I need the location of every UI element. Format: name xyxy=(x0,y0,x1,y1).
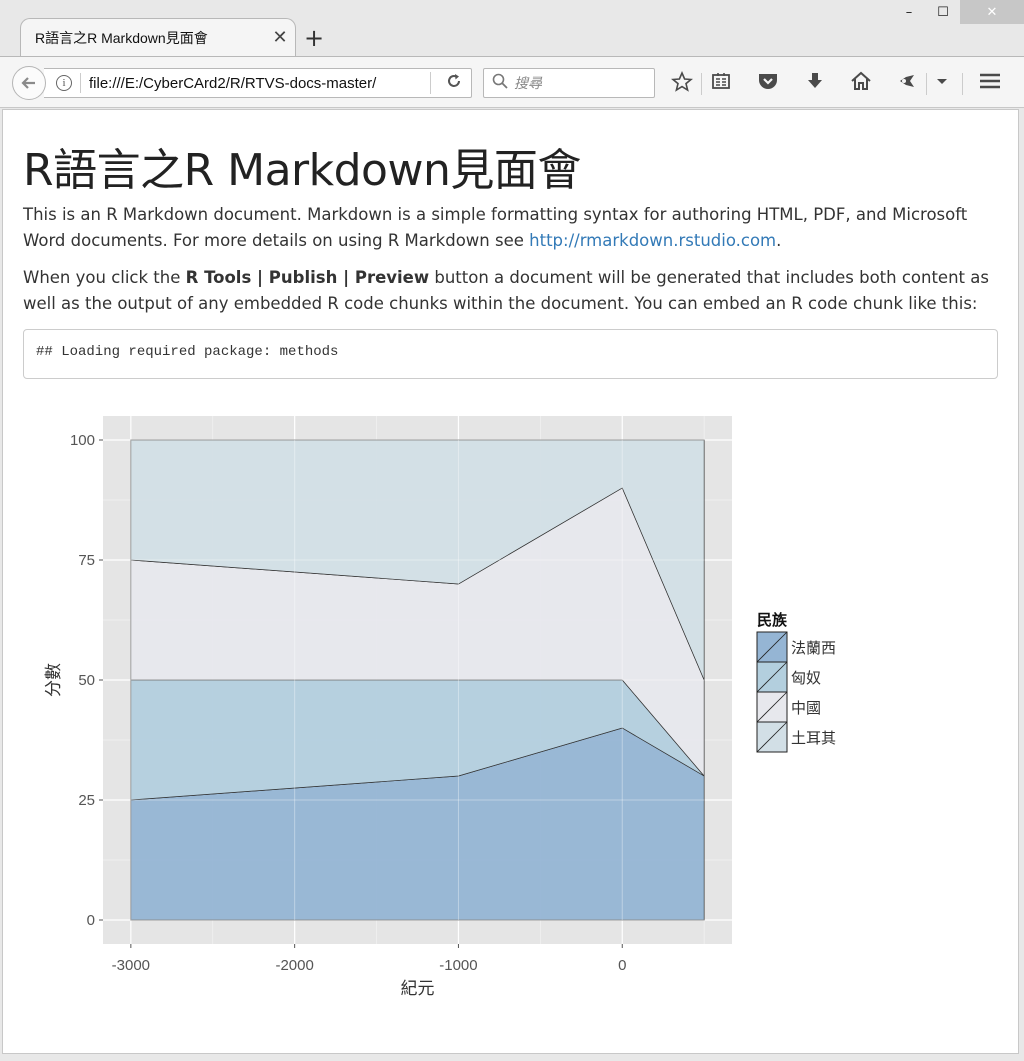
maximize-button[interactable]: ☐ xyxy=(926,0,960,24)
bookmark-star-icon[interactable] xyxy=(668,70,696,98)
close-window-button[interactable]: ✕ xyxy=(960,0,1024,24)
toolbar-divider xyxy=(701,73,702,95)
instructions-text: When you click the xyxy=(23,268,186,287)
y-tick-label: 50 xyxy=(78,672,95,689)
new-tab-button[interactable]: + xyxy=(304,24,324,52)
reload-icon[interactable] xyxy=(445,72,463,95)
url-input[interactable]: file:///E:/CyberCArd2/R/RTVS-docs-master… xyxy=(89,75,399,92)
legend-label: 土耳其 xyxy=(791,729,836,747)
search-input[interactable]: 搜尋 xyxy=(514,73,542,93)
dropdown-icon[interactable] xyxy=(928,71,956,96)
code-output-block: ## Loading required package: methods xyxy=(23,329,998,379)
y-axis-title: 分數 xyxy=(44,663,64,697)
pocket-icon[interactable] xyxy=(754,71,782,96)
menu-path: R Tools | Publish | Preview xyxy=(185,268,430,287)
reading-list-icon[interactable] xyxy=(707,71,735,96)
legend-label: 法蘭西 xyxy=(791,639,836,657)
back-icon xyxy=(21,77,35,89)
navigation-bar: i file:///E:/CyberCArd2/R/RTVS-docs-mast… xyxy=(0,56,1024,108)
intro-text-end: . xyxy=(776,231,782,250)
window-controls: – ☐ ✕ xyxy=(892,0,1024,24)
toolbar-divider xyxy=(926,73,927,95)
x-tick-label: -1000 xyxy=(439,957,477,974)
url-divider xyxy=(80,73,81,93)
title-bar: – ☐ ✕ R語言之R Markdown見面會 ✕ + xyxy=(0,0,1024,56)
extension-icon[interactable] xyxy=(893,71,921,96)
y-tick-label: 0 xyxy=(87,912,95,929)
intro-text: This is an R Markdown document. Markdown… xyxy=(23,205,968,250)
x-tick-label: -3000 xyxy=(112,957,150,974)
toolbar-divider xyxy=(962,73,963,95)
y-tick-label: 100 xyxy=(70,432,95,449)
home-icon[interactable] xyxy=(847,71,875,96)
stacked-area-chart: 0 25 50 75 100 -3000 -2000 -1000 0 紀元 分數 民族法蘭西匈奴中國土… xyxy=(44,416,836,999)
minimize-button[interactable]: – xyxy=(892,0,926,24)
y-tick-label: 25 xyxy=(78,792,95,809)
legend-title: 民族 xyxy=(757,611,788,629)
close-tab-icon[interactable]: ✕ xyxy=(265,27,295,48)
page-title: R語言之R Markdown見面會 xyxy=(23,145,581,196)
url-divider xyxy=(430,72,431,94)
page-content: R語言之R Markdown見面會 This is an R Markdown … xyxy=(2,109,1019,1054)
browser-tab[interactable]: R語言之R Markdown見面會 ✕ xyxy=(20,18,296,56)
search-bar[interactable]: 搜尋 xyxy=(483,68,655,98)
legend-label: 匈奴 xyxy=(791,669,821,687)
x-axis-title: 紀元 xyxy=(401,979,435,999)
intro-paragraph: This is an R Markdown document. Markdown… xyxy=(23,202,1003,254)
instructions-paragraph: When you click the R Tools | Publish | P… xyxy=(23,265,1003,317)
code-output-text: ## Loading required package: methods xyxy=(36,344,339,360)
y-tick-label: 75 xyxy=(78,552,95,569)
legend-label: 中國 xyxy=(791,699,821,717)
x-tick-label: -2000 xyxy=(275,957,313,974)
menu-icon[interactable] xyxy=(976,71,1004,96)
rmarkdown-link[interactable]: http://rmarkdown.rstudio.com xyxy=(529,231,776,250)
x-tick-label: 0 xyxy=(618,957,626,974)
info-icon[interactable]: i xyxy=(56,75,72,91)
back-button[interactable] xyxy=(12,66,46,100)
tab-title: R語言之R Markdown見面會 xyxy=(35,29,208,46)
search-icon xyxy=(492,73,508,93)
download-icon[interactable] xyxy=(801,71,829,96)
url-bar[interactable]: i file:///E:/CyberCArd2/R/RTVS-docs-mast… xyxy=(44,68,472,98)
